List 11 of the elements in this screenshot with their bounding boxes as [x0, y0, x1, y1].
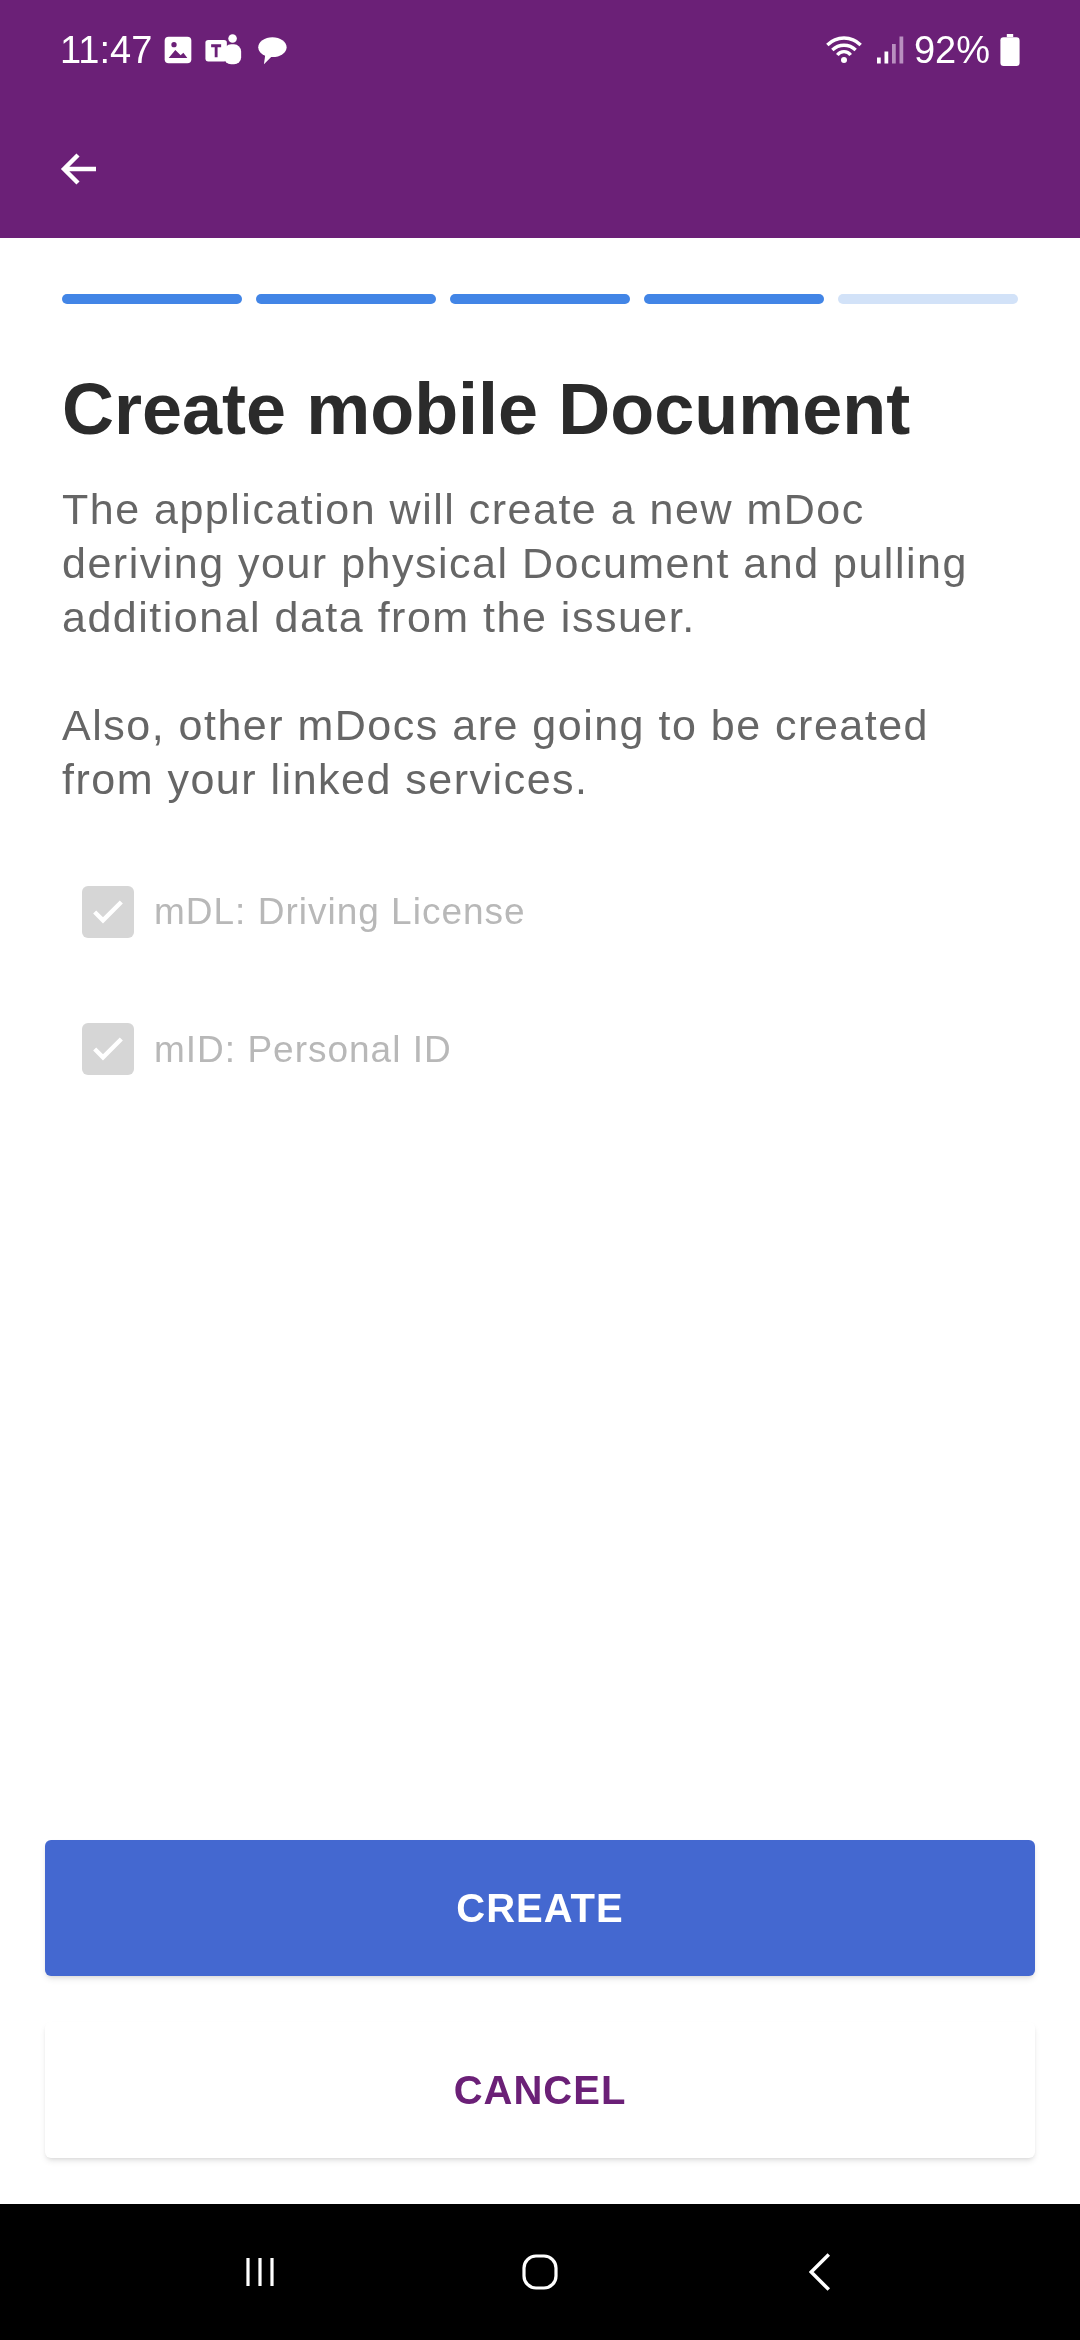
- checkbox-label: mDL: Driving License: [154, 890, 526, 934]
- cancel-button[interactable]: CANCEL: [45, 2022, 1035, 2158]
- back-icon: [809, 2252, 831, 2292]
- page-title: Create mobile Document: [62, 368, 912, 451]
- description: The application will create a new mDoc deriving your physical Document and pulling additional data from the issuer.: [62, 484, 969, 643]
- description: Also, other mDocs are going to be created from your linked services.: [62, 700, 930, 805]
- create-button[interactable]: CREATE: [45, 1840, 1035, 1976]
- battery-percent: 92%: [913, 27, 990, 73]
- battery-icon: [1000, 34, 1020, 66]
- checkbox-label: mID: Personal ID: [154, 1027, 452, 1072]
- status-time: 11:47: [60, 27, 153, 73]
